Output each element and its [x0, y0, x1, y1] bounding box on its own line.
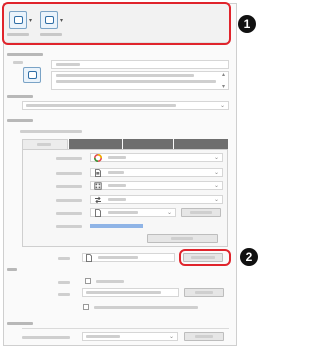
swap-icon — [95, 196, 101, 204]
section-heading — [7, 95, 33, 98]
section-heading — [7, 322, 33, 325]
preset-icon-button[interactable] — [23, 67, 41, 83]
section-heading — [7, 268, 17, 271]
paper-icon — [95, 169, 101, 177]
checkbox-label — [94, 306, 198, 309]
output-file-value — [98, 256, 138, 259]
chevron-down-icon: ⌄ — [168, 332, 174, 340]
chevron-down-icon: ⌄ — [166, 208, 172, 216]
scroll-up-icon[interactable]: ▴ — [222, 71, 225, 78]
path-input-value — [86, 291, 161, 294]
chevron-down-icon: ⌄ — [213, 195, 219, 203]
option-label — [58, 281, 70, 284]
divider — [22, 328, 229, 329]
tab-2[interactable] — [69, 139, 122, 149]
option-label — [56, 172, 82, 175]
chevron-down-icon: ⌄ — [213, 181, 219, 189]
option-label — [56, 157, 82, 160]
name-input-value — [56, 63, 80, 66]
tab-3[interactable] — [123, 139, 173, 149]
scroll-down-icon[interactable]: ▾ — [222, 83, 225, 90]
grid-icon — [94, 182, 102, 190]
color-dropdown-value — [108, 156, 126, 159]
description-text-line — [56, 74, 194, 77]
file-icon — [86, 254, 92, 262]
option-label — [56, 199, 82, 202]
file-dropdown-value — [108, 211, 138, 214]
option-label — [56, 212, 82, 215]
chevron-down-icon: ⌄ — [213, 153, 219, 161]
color-wheel-icon — [94, 154, 102, 162]
bottom-dropdown-value — [86, 335, 120, 338]
chevron-down-icon: ⌄ — [213, 168, 219, 176]
callout-badge-1: 1 — [238, 15, 256, 33]
checkbox-label — [96, 280, 124, 283]
option-checkbox[interactable] — [85, 278, 91, 284]
path-browse-button-label — [195, 291, 213, 294]
option-checkbox[interactable] — [83, 304, 89, 310]
option-label — [56, 225, 82, 228]
callout-highlight-2 — [179, 249, 231, 266]
subsection-heading — [20, 130, 82, 133]
option-label — [56, 185, 82, 188]
duplex-dropdown-value — [108, 198, 126, 201]
callout-highlight-1 — [2, 2, 231, 45]
section-heading — [7, 119, 33, 122]
window-icon — [28, 71, 37, 79]
description-text-line — [56, 80, 216, 83]
tab-4[interactable] — [174, 139, 228, 149]
option-label — [22, 336, 70, 339]
file-icon — [95, 209, 101, 217]
option-label — [58, 257, 70, 260]
field-label — [13, 61, 23, 64]
preset-dropdown-value — [26, 104, 176, 107]
layout-dropdown-value — [108, 184, 126, 187]
callout-badge-2: 2 — [240, 248, 258, 266]
option-label — [58, 293, 70, 296]
bottom-button-label — [195, 335, 213, 338]
file-browse-button-label — [190, 211, 212, 214]
paper-dropdown-value — [108, 171, 124, 174]
chevron-down-icon: ⌄ — [219, 101, 225, 109]
tab-1-label — [37, 143, 51, 146]
section-heading — [7, 53, 43, 56]
apply-button-label — [171, 237, 193, 240]
accent-link[interactable] — [90, 224, 143, 228]
